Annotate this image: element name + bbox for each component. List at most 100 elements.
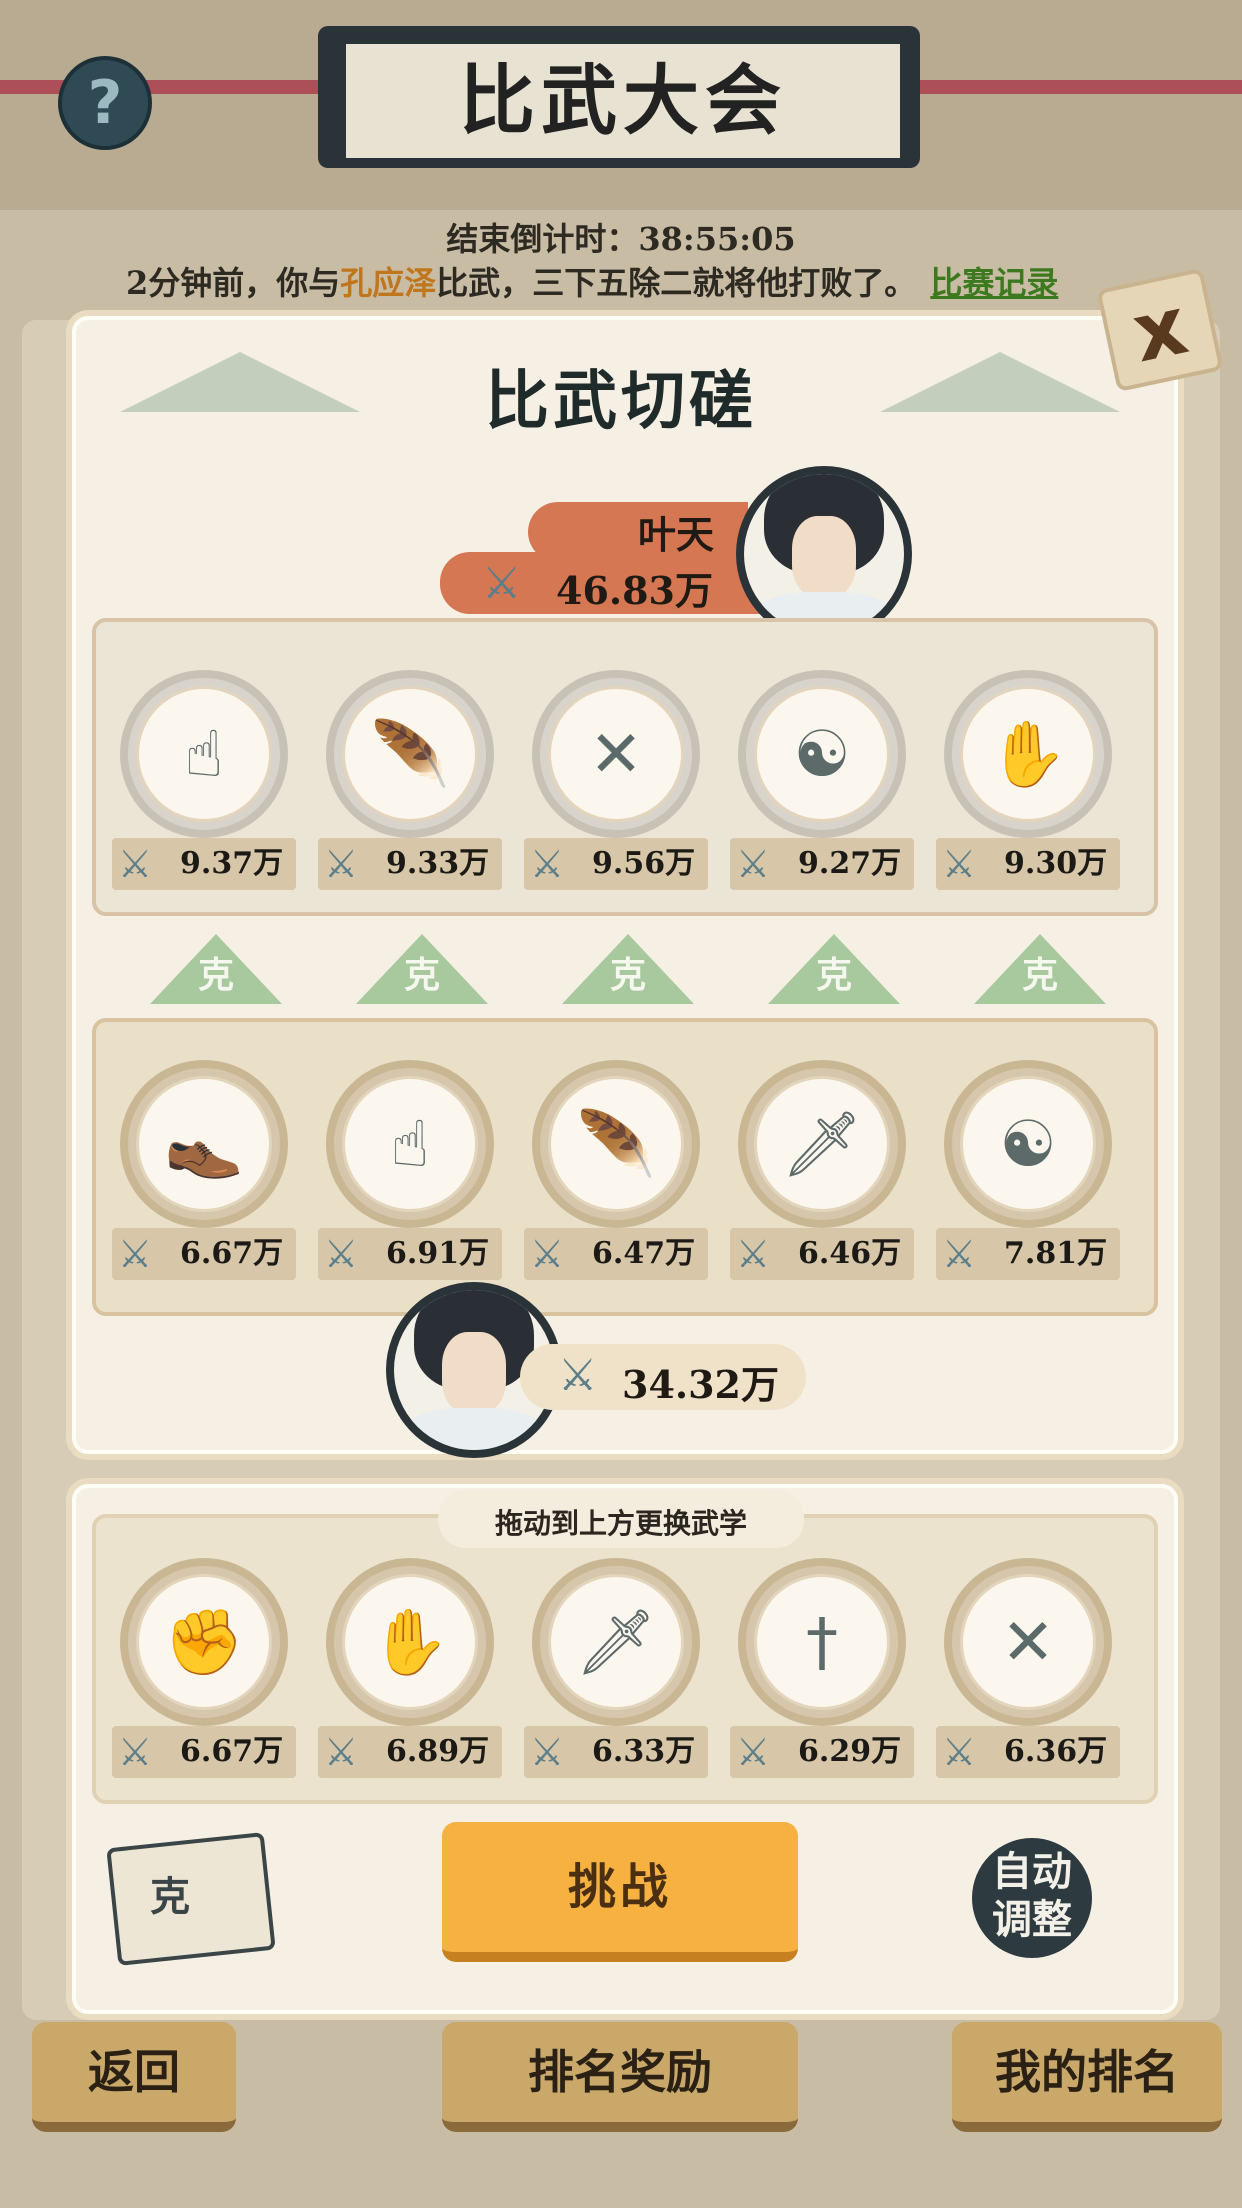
skill-power-badge: ⚔ 6.33万 xyxy=(524,1726,708,1778)
page-title: 比武大会 xyxy=(342,40,904,162)
crossed-spears-icon: ✕ xyxy=(960,1574,1096,1710)
crossed-swords-icon: ⚔ xyxy=(324,842,359,886)
skill-power-badge: ⚔ 9.30万 xyxy=(936,838,1120,890)
skill-power-value: 6.47万 xyxy=(592,1236,696,1271)
opponent-power: 46.83万 xyxy=(556,568,713,613)
finger-gesture-icon: ☝ xyxy=(342,1076,478,1212)
crossed-swords-icon: ⚔ xyxy=(118,1730,153,1774)
saber-icon: 🗡 xyxy=(548,1574,684,1710)
skill-power-value: 6.36万 xyxy=(1004,1734,1108,1769)
crossed-swords-icon: ⚔ xyxy=(530,1232,565,1276)
crossed-swords-icon: ⚔ xyxy=(530,1730,565,1774)
feather-icon: 🪶 xyxy=(342,686,478,822)
skill-slot[interactable]: ✋ ⚔ 9.30万 xyxy=(936,670,1120,890)
skill-power-value: 6.67万 xyxy=(180,1236,284,1271)
crossed-swords-icon: ⚔ xyxy=(736,842,771,886)
player-power: 34.32万 xyxy=(622,1362,779,1407)
skill-slot[interactable]: 🪶 ⚔ 9.33万 xyxy=(318,670,502,890)
skill-power-value: 9.27万 xyxy=(798,846,902,881)
skill-power-badge: ⚔ 9.33万 xyxy=(318,838,502,890)
crossed-swords-icon: ⚔ xyxy=(942,1730,977,1774)
skill-power-value: 6.46万 xyxy=(798,1236,902,1271)
skill-power-value: 9.33万 xyxy=(386,846,490,881)
skill-slot[interactable]: ☯ ⚔ 7.81万 xyxy=(936,1060,1120,1280)
rank-reward-button[interactable]: 排名奖励 xyxy=(442,2022,798,2132)
skill-power-value: 6.33万 xyxy=(592,1734,696,1769)
skill-slot[interactable]: † ⚔ 6.29万 xyxy=(730,1558,914,1778)
skill-power-value: 6.29万 xyxy=(798,1734,902,1769)
counter-label: 克 xyxy=(815,954,852,996)
skill-power-badge: ⚔ 9.27万 xyxy=(730,838,914,890)
crossed-swords-icon: ⚔ xyxy=(942,1232,977,1276)
skill-slot[interactable]: ✊ ⚔ 6.67万 xyxy=(112,1558,296,1778)
back-button[interactable]: 返回 xyxy=(32,2022,236,2132)
help-icon[interactable]: ? xyxy=(58,56,152,150)
crossed-swords-icon: ⚔ xyxy=(324,1730,359,1774)
counter-guide-label: 克 xyxy=(150,1873,190,1920)
finger-gesture-icon: ☝ xyxy=(136,686,272,822)
skill-slot[interactable]: 🪶 ⚔ 6.47万 xyxy=(524,1060,708,1280)
auto-adjust-button[interactable]: 自动 调整 xyxy=(972,1838,1092,1958)
skill-power-value: 9.56万 xyxy=(592,846,696,881)
fist-icon: ✊ xyxy=(136,1574,272,1710)
crossed-swords-icon: ⚔ xyxy=(118,1232,153,1276)
countdown-timer: 结束倒计时：38:55:05 xyxy=(446,220,796,258)
battle-log-opponent[interactable]: 孔应泽 xyxy=(340,264,436,302)
pool-hint: 拖动到上方更换武学 xyxy=(494,1507,747,1540)
skill-power-badge: ⚔ 6.36万 xyxy=(936,1726,1120,1778)
opponent-name: 叶天 xyxy=(638,512,715,557)
open-palm-icon: ✋ xyxy=(342,1574,478,1710)
battle-log-suffix: 比武，三下五除二就将他打败了。 xyxy=(436,264,917,302)
skill-power-value: 9.37万 xyxy=(180,846,284,881)
battle-log: 2分钟前，你与孔应泽比武，三下五除二就将他打败了。 比赛记录 xyxy=(126,258,1058,304)
close-icon[interactable]: x xyxy=(1096,267,1224,393)
my-rank-button[interactable]: 我的排名 xyxy=(952,2022,1222,2132)
skill-slot[interactable]: ✕ ⚔ 9.56万 xyxy=(524,670,708,890)
skill-slot[interactable]: 👞 ⚔ 6.67万 xyxy=(112,1060,296,1280)
skill-power-badge: ⚔ 6.46万 xyxy=(730,1228,914,1280)
throwing-daggers-icon: 🗡 xyxy=(754,1076,890,1212)
skill-slot[interactable]: 🗡 ⚔ 6.33万 xyxy=(524,1558,708,1778)
skill-power-badge: ⚔ 6.91万 xyxy=(318,1228,502,1280)
crossed-spears-icon: ✕ xyxy=(548,686,684,822)
crossed-swords-icon: ⚔ xyxy=(942,842,977,886)
crossed-swords-icon: ⚔ xyxy=(736,1232,771,1276)
crossed-swords-icon: ⚔ xyxy=(118,842,153,886)
boot-icon: 👞 xyxy=(136,1076,272,1212)
skill-power-badge: ⚔ 9.37万 xyxy=(112,838,296,890)
skill-power-value: 9.30万 xyxy=(1004,846,1108,881)
open-palm-icon: ✋ xyxy=(960,686,1096,822)
crossed-swords-icon: ⚔ xyxy=(324,1232,359,1276)
skill-power-value: 6.89万 xyxy=(386,1734,490,1769)
crossed-swords-icon: ⚔ xyxy=(482,558,522,609)
skill-slot[interactable]: ☯ ⚔ 9.27万 xyxy=(730,670,914,890)
counter-label: 克 xyxy=(609,954,646,996)
crossed-swords-icon: ⚔ xyxy=(558,1350,598,1401)
crossed-swords-icon: ⚔ xyxy=(736,1730,771,1774)
skill-power-badge: ⚔ 9.56万 xyxy=(524,838,708,890)
counter-label: 克 xyxy=(403,954,440,996)
match-record-link[interactable]: 比赛记录 xyxy=(930,264,1058,302)
skill-power-badge: ⚔ 6.67万 xyxy=(112,1228,296,1280)
skill-slot[interactable]: ☝ ⚔ 6.91万 xyxy=(318,1060,502,1280)
skill-power-value: 7.81万 xyxy=(1004,1236,1108,1271)
dialog-title: 比武切磋 xyxy=(485,364,757,439)
skill-slot[interactable]: ✕ ⚔ 6.36万 xyxy=(936,1558,1120,1778)
skill-power-badge: ⚔ 7.81万 xyxy=(936,1228,1120,1280)
meditation-icon: ☯ xyxy=(960,1076,1096,1212)
skill-power-value: 6.67万 xyxy=(180,1734,284,1769)
skill-slot[interactable]: ☝ ⚔ 9.37万 xyxy=(112,670,296,890)
skill-power-badge: ⚔ 6.67万 xyxy=(112,1726,296,1778)
skill-power-badge: ⚔ 6.47万 xyxy=(524,1228,708,1280)
skill-slot[interactable]: ✋ ⚔ 6.89万 xyxy=(318,1558,502,1778)
meditation-icon: ☯ xyxy=(754,686,890,822)
skill-power-value: 6.91万 xyxy=(386,1236,490,1271)
sword-icon: † xyxy=(754,1574,890,1710)
opponent-avatar xyxy=(736,466,912,642)
counter-label: 克 xyxy=(197,954,234,996)
challenge-button[interactable]: 挑战 xyxy=(442,1822,798,1962)
counter-guide-book-icon[interactable] xyxy=(106,1832,276,1966)
counter-label: 克 xyxy=(1021,954,1058,996)
feather-icon: 🪶 xyxy=(548,1076,684,1212)
skill-slot[interactable]: 🗡 ⚔ 6.46万 xyxy=(730,1060,914,1280)
